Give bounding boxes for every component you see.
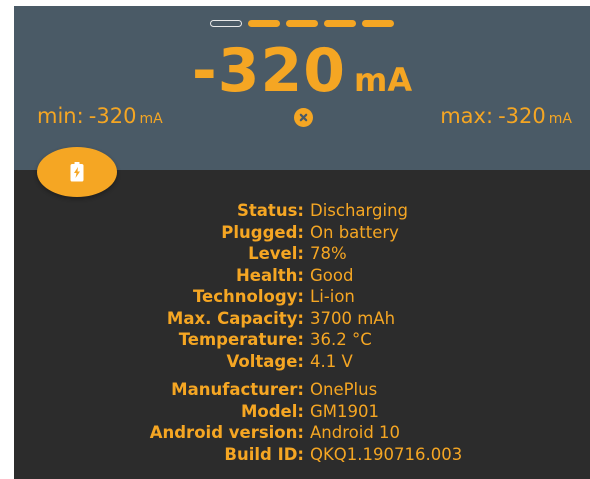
- info-label: Level:: [248, 244, 304, 264]
- info-value: QKQ1.190716.003: [310, 444, 463, 464]
- battery-fab-button[interactable]: [37, 147, 117, 197]
- info-label: Plugged:: [221, 222, 304, 242]
- info-label: Status:: [237, 201, 304, 221]
- info-label: Model:: [240, 401, 304, 421]
- info-row-temperature: Temperature: 36.2 °C: [14, 329, 590, 351]
- info-value: 78%: [310, 244, 347, 264]
- current-unit: mA: [354, 61, 413, 99]
- info-value: Good: [310, 265, 354, 285]
- info-row-build-id: Build ID: QKQ1.190716.003: [14, 444, 590, 466]
- page-dot-1[interactable]: [210, 20, 242, 27]
- info-value: 3700 mAh: [310, 308, 396, 328]
- info-value: Android 10: [310, 423, 401, 443]
- reset-minmax-button[interactable]: [294, 108, 313, 127]
- info-value: OnePlus: [310, 380, 378, 400]
- info-row-voltage: Voltage: 4.1 V: [14, 351, 590, 373]
- info-row-technology: Technology: Li-ion: [14, 286, 590, 308]
- info-label: Max. Capacity:: [166, 308, 304, 328]
- info-row-model: Model: GM1901: [14, 401, 590, 423]
- page-dot-4[interactable]: [324, 20, 356, 27]
- info-label: Voltage:: [226, 351, 304, 371]
- info-label: Health:: [235, 265, 304, 285]
- device-info-list: Manufacturer: OnePlus Model: GM1901 Andr…: [14, 379, 590, 465]
- max-label: max:: [440, 104, 494, 128]
- info-value: On battery: [310, 222, 399, 242]
- info-row-level: Level: 78%: [14, 243, 590, 265]
- current-panel: -320 mA min: -320 mA max: -320 mA: [14, 6, 590, 170]
- battery-charging-icon: [70, 162, 84, 182]
- current-reading: -320 mA: [14, 36, 590, 106]
- info-value: GM1901: [310, 401, 380, 421]
- info-value: Discharging: [310, 201, 409, 221]
- min-unit: mA: [139, 111, 163, 127]
- min-value: -320: [88, 104, 137, 128]
- info-row-health: Health: Good: [14, 265, 590, 287]
- info-panel: Status: Discharging Plugged: On battery …: [14, 170, 590, 479]
- info-row-plugged: Plugged: On battery: [14, 222, 590, 244]
- max-reading: max: -320 mA: [440, 104, 572, 128]
- info-value: 36.2 °C: [310, 330, 372, 350]
- info-row-max-capacity: Max. Capacity: 3700 mAh: [14, 308, 590, 330]
- info-label: Android version:: [149, 423, 304, 443]
- info-value: 4.1 V: [310, 351, 353, 371]
- page-dot-5[interactable]: [362, 20, 394, 27]
- info-label: Manufacturer:: [171, 380, 304, 400]
- info-label: Build ID:: [224, 444, 304, 464]
- info-row-status: Status: Discharging: [14, 200, 590, 222]
- info-label: Technology:: [192, 287, 304, 307]
- app-screen: -320 mA min: -320 mA max: -320 mA Status: D…: [14, 6, 590, 479]
- close-circle-icon: [299, 113, 308, 122]
- info-row-manufacturer: Manufacturer: OnePlus: [14, 379, 590, 401]
- page-indicator: [14, 20, 590, 27]
- battery-info-list: Status: Discharging Plugged: On battery …: [14, 200, 590, 372]
- page-dot-3[interactable]: [286, 20, 318, 27]
- current-value: -320: [191, 36, 347, 106]
- max-unit: mA: [548, 111, 572, 127]
- min-reading: min: -320 mA: [37, 104, 163, 128]
- page-dot-2[interactable]: [248, 20, 280, 27]
- min-label: min:: [37, 104, 84, 128]
- max-value: -320: [498, 104, 546, 128]
- info-label: Temperature:: [178, 330, 304, 350]
- info-value: Li-ion: [310, 287, 355, 307]
- info-row-android-version: Android version: Android 10: [14, 422, 590, 444]
